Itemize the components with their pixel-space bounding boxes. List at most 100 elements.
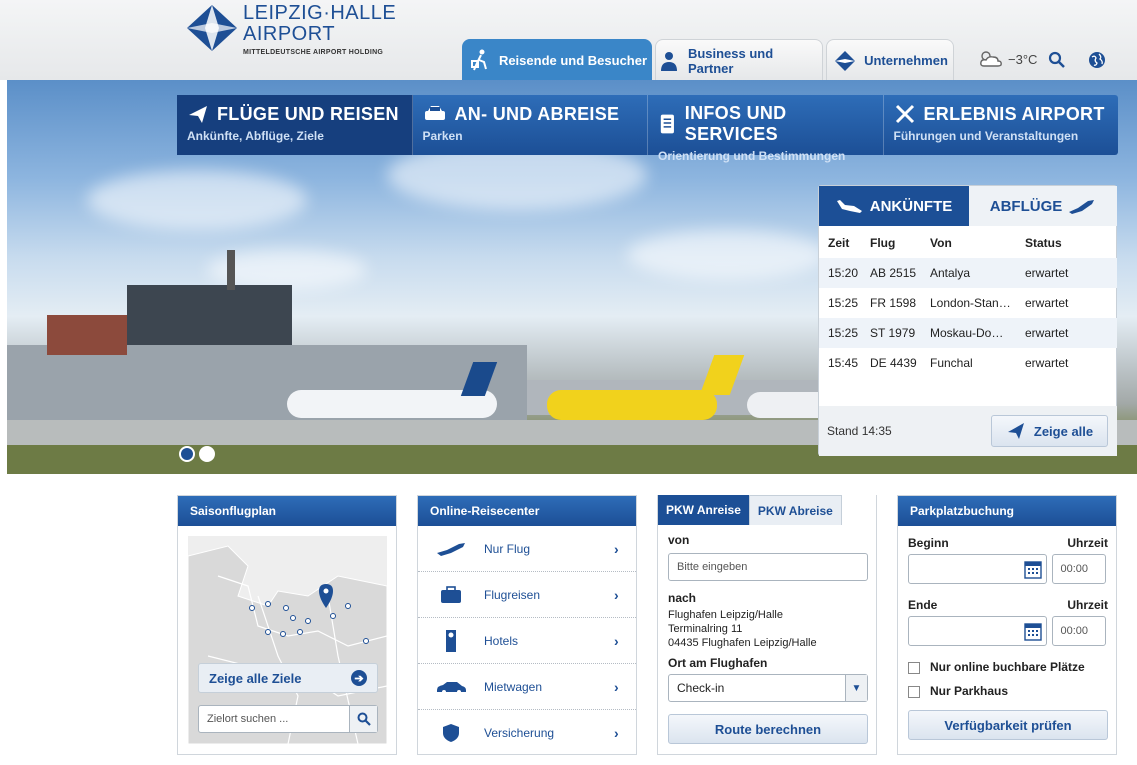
option-online-only[interactable]: Nur online buchbare Plätze — [908, 660, 1106, 674]
time-value: 00:00 — [1060, 625, 1089, 637]
globe-icon[interactable] — [1087, 50, 1107, 70]
show-all-destinations-button[interactable]: Zeige alle Ziele ➔ — [198, 663, 378, 693]
place-label: Ort am Flughafen — [668, 656, 768, 670]
site-header: LEIPZIG·HALLE AIRPORT MITTELDEUTSCHE AIR… — [0, 0, 1137, 81]
chevron-right-icon: › — [614, 632, 619, 649]
item-label: Mietwagen — [484, 679, 543, 694]
flights-footer: Stand 14:35 Zeige alle — [819, 406, 1117, 456]
nav-erlebnis[interactable]: ERLEBNIS AIRPORT Führungen und Veranstal… — [884, 95, 1119, 155]
document-icon — [660, 114, 674, 134]
route-button[interactable]: Route berechnen — [668, 714, 868, 744]
panel-title: Parkplatzbuchung — [898, 496, 1116, 526]
slider-dot-1[interactable] — [179, 446, 195, 462]
nav-subtitle: Orientierung und Bestimmungen — [658, 149, 846, 163]
europe-map[interactable]: Zeige alle Ziele ➔ Zielort suchen ... — [188, 536, 387, 744]
flight-row[interactable]: 15:25 FR 1598 London-Stan… erwartet — [819, 288, 1117, 318]
logo-mark-icon — [187, 5, 237, 51]
tab-pkw-abreise[interactable]: PKW Abreise — [748, 495, 842, 525]
calendar-icon[interactable] — [1023, 559, 1042, 582]
tab-reisende[interactable]: Reisende und Besucher — [462, 39, 652, 81]
search-placeholder: Zielort suchen ... — [207, 713, 289, 725]
tab-pkw-anreise[interactable]: PKW Anreise — [658, 495, 749, 525]
show-all-flights-button[interactable]: Zeige alle — [991, 415, 1108, 447]
flight-number: FR 1598 — [870, 296, 917, 310]
door-tag-icon — [430, 629, 472, 653]
tab-label: Reisende und Besucher — [498, 52, 648, 68]
panel-title: Saisonflugplan — [178, 496, 396, 526]
slider-dot-2[interactable] — [199, 446, 215, 462]
travel-item-car[interactable]: Mietwagen › — [418, 664, 636, 710]
nav-title: FLÜGE UND REISEN — [217, 103, 399, 124]
arrival-plane-icon — [836, 200, 862, 213]
from-placeholder: Bitte eingeben — [677, 561, 748, 573]
item-label: Nur Flug — [484, 541, 531, 556]
nav-title: AN- UND ABREISE — [454, 103, 620, 124]
from-input[interactable]: Bitte eingeben — [668, 553, 868, 581]
flights-header: Zeit Flug Von Status — [828, 236, 1105, 250]
tab-unternehmen[interactable]: Unternehmen — [826, 39, 954, 81]
address-line: Flughafen Leipzig/Halle — [668, 609, 783, 621]
nav-infos[interactable]: INFOS UND SERVICES Orientierung und Best… — [648, 95, 884, 163]
flight-status: erwartet — [1025, 296, 1069, 310]
chevron-right-icon: › — [614, 678, 619, 695]
to-label: nach — [668, 591, 697, 605]
flight-row[interactable]: 15:25 ST 1979 Moskau-Do… erwartet — [819, 318, 1117, 348]
departure-plane-icon — [1069, 200, 1095, 214]
travel-item-package[interactable]: Flugreisen › — [418, 572, 636, 618]
tab-arrivals[interactable]: ANKÜNFTE — [819, 186, 969, 226]
person-icon — [656, 48, 682, 74]
tab-departures[interactable]: ABFLÜGE — [969, 186, 1117, 226]
chevron-right-icon: › — [614, 725, 619, 741]
end-date-input[interactable] — [908, 616, 1047, 646]
time-label: Uhrzeit — [1067, 536, 1108, 550]
flight-origin: London-Stan… — [930, 296, 1011, 310]
nav-title: INFOS UND SERVICES — [684, 103, 787, 144]
flight-row[interactable]: 15:45 DE 4439 Funchal erwartet — [819, 348, 1117, 378]
travel-item-hotels[interactable]: Hotels › — [418, 618, 636, 664]
car-icon — [430, 680, 472, 694]
address-line: Terminalring 11 — [668, 623, 743, 635]
address-line: 04435 Flughafen Leipzig/Halle — [668, 637, 817, 649]
flight-status: erwartet — [1025, 356, 1069, 370]
panel-title: Online-Reisecenter — [418, 496, 636, 526]
flight-time: 15:45 — [828, 356, 859, 370]
chevron-down-icon: ▼ — [845, 675, 867, 701]
nav-subtitle: Parken — [422, 129, 463, 143]
flight-number: ST 1979 — [870, 326, 916, 340]
main-nav: FLÜGE UND REISEN Ankünfte, Abflüge, Ziel… — [177, 95, 1119, 163]
nav-fluege[interactable]: FLÜGE UND REISEN Ankünfte, Abflüge, Ziel… — [177, 95, 413, 155]
travel-item-insurance[interactable]: Versicherung › — [418, 710, 636, 756]
place-select[interactable]: Check-in ▼ — [668, 674, 868, 702]
tab-business[interactable]: Business und Partner — [655, 39, 823, 81]
logo-subtitle: AIRPORT — [243, 23, 336, 45]
flight-origin: Antalya — [930, 266, 971, 280]
chevron-right-icon: › — [614, 586, 619, 603]
flight-time: 15:20 — [828, 266, 859, 280]
begin-label: Beginn — [908, 536, 949, 550]
tab-label: Business und Partner — [687, 45, 774, 76]
destination-search-input[interactable]: Zielort suchen ... — [198, 705, 378, 733]
slider-dots — [179, 446, 219, 462]
travel-item-flight[interactable]: Nur Flug › — [418, 526, 636, 572]
search-icon[interactable] — [1047, 50, 1067, 70]
calendar-icon[interactable] — [1023, 621, 1042, 644]
item-label: Versicherung — [484, 726, 555, 740]
checkbox[interactable] — [908, 661, 920, 674]
end-time-input[interactable]: 00:00 — [1051, 616, 1106, 646]
car-icon — [424, 106, 445, 120]
flight-status: erwartet — [1025, 326, 1069, 340]
option-parkhaus[interactable]: Nur Parkhaus — [908, 684, 1106, 698]
search-icon[interactable] — [349, 706, 377, 732]
weather: −3°C — [978, 49, 1037, 69]
stand-time: Stand 14:35 — [827, 424, 892, 438]
check-availability-button[interactable]: Verfügbarkeit prüfen — [908, 710, 1108, 740]
nav-anreise[interactable]: AN- UND ABREISE Parken — [413, 95, 648, 155]
checkbox[interactable] — [908, 685, 920, 698]
flight-row[interactable]: 15:20 AB 2515 Antalya erwartet — [819, 258, 1117, 288]
item-label: Hotels — [484, 633, 519, 648]
logo[interactable]: LEIPZIG·HALLE AIRPORT MITTELDEUTSCHE AIR… — [185, 3, 396, 56]
select-value: Check-in — [677, 681, 725, 695]
begin-date-input[interactable] — [908, 554, 1047, 584]
col-status: Status — [1025, 236, 1062, 250]
begin-time-input[interactable]: 00:00 — [1051, 554, 1106, 584]
